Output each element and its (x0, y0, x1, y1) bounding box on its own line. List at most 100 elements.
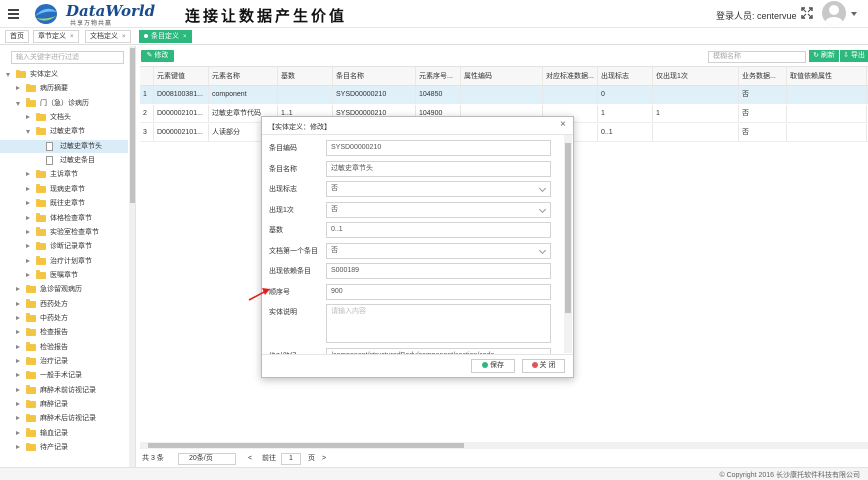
tab-close-icon[interactable]: × (183, 34, 187, 40)
caret-right-icon[interactable] (16, 330, 20, 335)
tree-item[interactable]: 医嘱章节 (0, 269, 128, 282)
tree-item[interactable]: 文档头 (0, 111, 128, 124)
tab-close-icon[interactable]: × (70, 34, 74, 40)
column-header[interactable]: 元素键值 (154, 67, 209, 85)
page-size-select[interactable]: 20条/页 (178, 453, 236, 465)
caret-right-icon[interactable] (26, 215, 30, 220)
form-input[interactable]: 900 (326, 283, 551, 300)
form-input[interactable]: SYSD00000210 (326, 140, 551, 156)
column-header[interactable]: 对应标准数据... (543, 67, 598, 85)
sidebar-scrollbar[interactable] (129, 46, 135, 467)
caret-right-icon[interactable] (16, 301, 20, 306)
caret-right-icon[interactable] (26, 186, 30, 191)
tree-item[interactable]: 麻醉术后访视记录 (0, 412, 128, 425)
tree-item[interactable]: 过敏史条目 (0, 154, 128, 167)
tree-item[interactable]: 西药处方 (0, 298, 128, 311)
caret-right-icon[interactable] (16, 315, 20, 320)
tree-item[interactable]: 麻醉记录 (0, 398, 128, 411)
tree-item[interactable]: 一般手术记录 (0, 369, 128, 382)
tree-item[interactable]: 过敏史章节 (0, 125, 128, 138)
caret-down-icon[interactable] (26, 130, 30, 135)
tree-item[interactable]: 待产记录 (0, 441, 128, 454)
column-header[interactable]: 仅出现1次 (653, 67, 739, 85)
tab-document-definition[interactable]: 文档定义 × (85, 30, 131, 43)
scrollbar-thumb[interactable] (148, 443, 464, 448)
tab-home[interactable]: 首页 (5, 30, 29, 43)
column-header[interactable]: 属性编码 (461, 67, 543, 85)
tree-item[interactable]: 既往史章节 (0, 197, 128, 210)
column-header[interactable]: 条目名称 (333, 67, 416, 85)
form-input[interactable]: 0..1 (326, 222, 551, 238)
caret-right-icon[interactable] (26, 258, 30, 263)
tree-item[interactable]: 实体定义 (0, 68, 128, 81)
table-row[interactable]: 1 D008100381... component SYSD00000210 10485… (140, 86, 868, 104)
table-horizontal-scrollbar[interactable] (140, 442, 868, 449)
caret-right-icon[interactable] (16, 359, 20, 363)
caret-right-icon[interactable] (26, 201, 30, 206)
caret-right-icon[interactable] (16, 430, 20, 435)
tree-item[interactable]: 诊断记录章节 (0, 240, 128, 253)
caret-right-icon[interactable] (16, 86, 20, 91)
tree-item[interactable]: 麻醉术前访视记录 (0, 384, 128, 397)
tree-item[interactable]: 检查报告 (0, 326, 128, 339)
tree-item[interactable]: 体格检查章节 (0, 212, 128, 225)
caret-right-icon[interactable] (16, 287, 20, 292)
tab-close-icon[interactable]: × (122, 34, 126, 40)
tab-chapter-definition[interactable]: 章节定义 × (33, 30, 79, 43)
tree-item[interactable]: 治疗计划章节 (0, 255, 128, 268)
caret-right-icon[interactable] (26, 172, 30, 177)
tree-item[interactable]: 病历摘要 (0, 82, 128, 95)
caret-right-icon[interactable] (16, 445, 20, 450)
caret-right-icon[interactable] (26, 229, 30, 234)
dialog-close-icon[interactable]: × (560, 119, 566, 130)
caret-right-icon[interactable] (26, 244, 30, 249)
tree-filter-input[interactable]: 输入关键字进行过滤 (11, 51, 124, 64)
tree-item[interactable]: 检验报告 (0, 341, 128, 354)
column-header[interactable]: 基数 (278, 67, 333, 85)
form-input[interactable]: 过敏史章节头 (326, 160, 551, 177)
tree-item[interactable]: 主诉章节 (0, 168, 128, 181)
refresh-button[interactable]: ↻ 刷新 (809, 50, 839, 62)
caret-right-icon[interactable] (16, 416, 20, 421)
caret-down-icon[interactable] (6, 73, 10, 77)
caret-right-icon[interactable] (16, 373, 20, 378)
user-avatar[interactable] (822, 1, 846, 25)
form-input[interactable]: S000189 (326, 263, 551, 279)
caret-right-icon[interactable] (16, 387, 20, 392)
tree-item[interactable]: 输血记录 (0, 427, 128, 440)
export-button[interactable]: ⇩ 导出 (840, 50, 868, 62)
form-select[interactable]: 否 (326, 242, 551, 259)
tree-item[interactable]: 过敏史章节头 (0, 139, 128, 153)
column-header[interactable]: 取值依赖属性 (787, 67, 867, 85)
tree-item[interactable]: 急诊留观病历 (0, 283, 128, 296)
tab-entry-definition[interactable]: 条目定义 × (139, 30, 192, 43)
scrollbar-thumb[interactable] (130, 48, 135, 203)
column-header[interactable]: 出现标志 (598, 67, 653, 85)
caret-right-icon[interactable] (16, 402, 20, 407)
column-header[interactable]: 元素名称 (209, 67, 278, 85)
edit-button[interactable]: ✎ 修改 (141, 50, 174, 62)
form-select[interactable]: 否 (326, 201, 551, 218)
caret-down-icon[interactable] (16, 101, 20, 106)
tree-item[interactable]: 实验室检查章节 (0, 226, 128, 239)
caret-right-icon[interactable] (16, 344, 20, 349)
form-select[interactable]: 否 (326, 181, 551, 197)
column-header[interactable]: 业务数据... (739, 67, 787, 85)
tree-item[interactable]: 中药处方 (0, 312, 128, 325)
fuzzy-search-input[interactable]: 模糊名称 (708, 51, 806, 63)
next-page-button[interactable]: > (322, 452, 326, 466)
tree-item[interactable]: 门（急）诊病历 (0, 97, 128, 110)
fullscreen-icon[interactable] (801, 7, 813, 19)
menu-toggle-icon[interactable] (8, 9, 19, 19)
page-number-input[interactable]: 1 (281, 453, 301, 465)
dialog-scrollbar[interactable] (564, 135, 572, 353)
prev-page-button[interactable]: < (248, 452, 252, 466)
form-textarea[interactable]: 请输入内容 (326, 304, 551, 343)
column-header[interactable] (140, 67, 154, 85)
tree-item[interactable]: 现病史章节 (0, 183, 128, 196)
close-button[interactable]: 关 闭 (522, 359, 565, 373)
caret-right-icon[interactable] (26, 272, 30, 277)
save-button[interactable]: 保存 (471, 359, 515, 373)
caret-down-icon[interactable] (851, 12, 857, 16)
tree-item[interactable]: 治疗记录 (0, 355, 128, 368)
